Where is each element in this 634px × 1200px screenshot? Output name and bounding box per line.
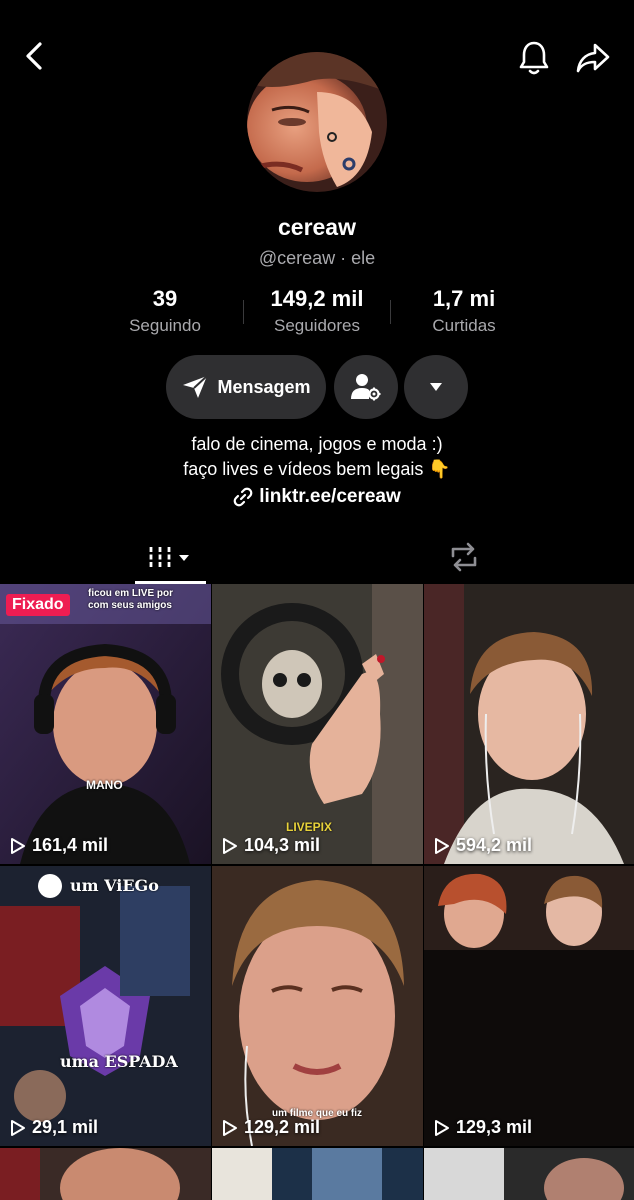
play-icon [435, 837, 449, 854]
video-thumbnail[interactable] [0, 1148, 211, 1200]
profile-tabs [0, 532, 634, 584]
send-icon [183, 375, 209, 398]
pinned-badge: Fixado [6, 594, 70, 616]
profile-stats: 39 Seguindo 149,2 mil Seguidores 1,7 mi … [90, 286, 544, 346]
bio-line-1: falo de cinema, jogos e moda :) [191, 434, 443, 454]
video-views-count: 129,2 mil [244, 1117, 321, 1137]
bio-line-2: faço lives e vídeos bem legais 👇 [183, 459, 451, 479]
stat-following-label: Seguindo [129, 316, 201, 335]
tab-videos[interactable] [135, 532, 206, 584]
video-thumbnail-image [0, 1148, 211, 1200]
share-button[interactable] [570, 36, 616, 80]
profile-pronoun: ele [351, 248, 376, 268]
video-thumbnail[interactable] [212, 1148, 423, 1200]
chevron-left-icon [26, 42, 42, 70]
video-caption: um ViEGo [70, 876, 159, 895]
video-views-count: 129,3 mil [456, 1117, 533, 1137]
video-thumbnail[interactable] [424, 1148, 634, 1200]
video-thumbnail[interactable]: 129,3 mil [424, 866, 634, 1146]
video-views-count: 161,4 mil [32, 835, 109, 855]
play-icon [11, 837, 25, 854]
video-thumbnail-image [0, 584, 211, 864]
video-thumbnail-image [424, 1148, 634, 1200]
profile-avatar[interactable] [247, 52, 387, 192]
video-caption: MANO [86, 778, 123, 792]
video-thumbnail-image [0, 866, 211, 1146]
share-arrow-icon [576, 43, 610, 73]
video-views-count: 29,1 mil [32, 1117, 99, 1137]
grid-icon [149, 547, 189, 567]
video-caption: LIVEPIX [286, 820, 333, 834]
profile-handle-line: @cereaw · ele [0, 248, 634, 269]
link-icon [233, 487, 253, 507]
caret-down-icon [430, 383, 442, 391]
stat-likes[interactable]: 1,7 mi Curtidas [389, 286, 539, 336]
repost-icon [451, 542, 476, 572]
play-icon [223, 1119, 237, 1136]
stat-likes-label: Curtidas [432, 316, 496, 335]
bio-link-text: linktr.ee/cereaw [259, 486, 401, 507]
profile-handle: @cereaw [258, 248, 336, 268]
back-button[interactable] [14, 36, 54, 76]
add-friend-button[interactable] [334, 355, 398, 419]
video-caption-top-2: com seus amigos [88, 600, 172, 611]
profile-name: cereaw [277, 214, 356, 240]
stat-following[interactable]: 39 Seguindo [90, 286, 240, 336]
video-thumbnail-image [212, 866, 423, 1146]
stat-likes-value: 1,7 mi [432, 286, 496, 311]
message-button-label: Mensagem [217, 376, 311, 397]
video-thumbnail-image [424, 584, 634, 864]
video-thumbnail-image [424, 866, 634, 1146]
video-thumbnail[interactable]: ficou em LIVE por com seus amigos Fixado… [0, 584, 211, 864]
profile-bio: falo de cinema, jogos e moda :) faço liv… [0, 432, 634, 482]
video-views: 29,1 mil [10, 1117, 98, 1138]
avatar-photo [247, 52, 387, 192]
video-caption-2: uma ESPADA [60, 1052, 178, 1071]
video-views-count: 104,3 mil [244, 835, 321, 855]
video-thumbnail-image [212, 1148, 423, 1200]
stat-followers-value: 149,2 mil [270, 286, 364, 311]
handle-separator: · [340, 248, 347, 268]
more-options-button[interactable] [404, 355, 468, 419]
tab-reposts[interactable] [428, 532, 499, 582]
video-grid: ficou em LIVE por com seus amigos Fixado… [0, 584, 634, 1200]
stat-following-value: 39 [152, 286, 178, 311]
stat-followers-label: Seguidores [273, 316, 360, 335]
profile-actions: Mensagem [0, 355, 634, 419]
video-views: 129,2 mil [222, 1117, 320, 1138]
video-thumbnail[interactable]: um ViEGo uma ESPADA 29,1 mil [0, 866, 211, 1146]
video-caption-top: ficou em LIVE por [88, 588, 174, 599]
stat-followers[interactable]: 149,2 mil Seguidores [242, 286, 392, 336]
video-views-count: 594,2 mil [456, 835, 533, 855]
notifications-button[interactable] [512, 36, 556, 80]
user-gear-icon [351, 374, 381, 401]
video-views: 594,2 mil [434, 835, 532, 856]
video-thumbnail[interactable]: 594,2 mil [424, 584, 634, 864]
video-views: 129,3 mil [434, 1117, 532, 1138]
message-button[interactable]: Mensagem [166, 355, 326, 419]
play-icon [11, 1119, 25, 1136]
video-views: 104,3 mil [222, 835, 320, 856]
play-icon [435, 1119, 449, 1136]
video-views: 161,4 mil [10, 835, 108, 856]
play-icon [223, 837, 237, 854]
video-thumbnail[interactable]: LIVEPIX 104,3 mil [212, 584, 423, 864]
bell-icon [519, 41, 549, 75]
bio-link[interactable]: linktr.ee/cereaw [0, 486, 634, 508]
video-thumbnail[interactable]: um filme que eu fiz 129,2 mil [212, 866, 423, 1146]
